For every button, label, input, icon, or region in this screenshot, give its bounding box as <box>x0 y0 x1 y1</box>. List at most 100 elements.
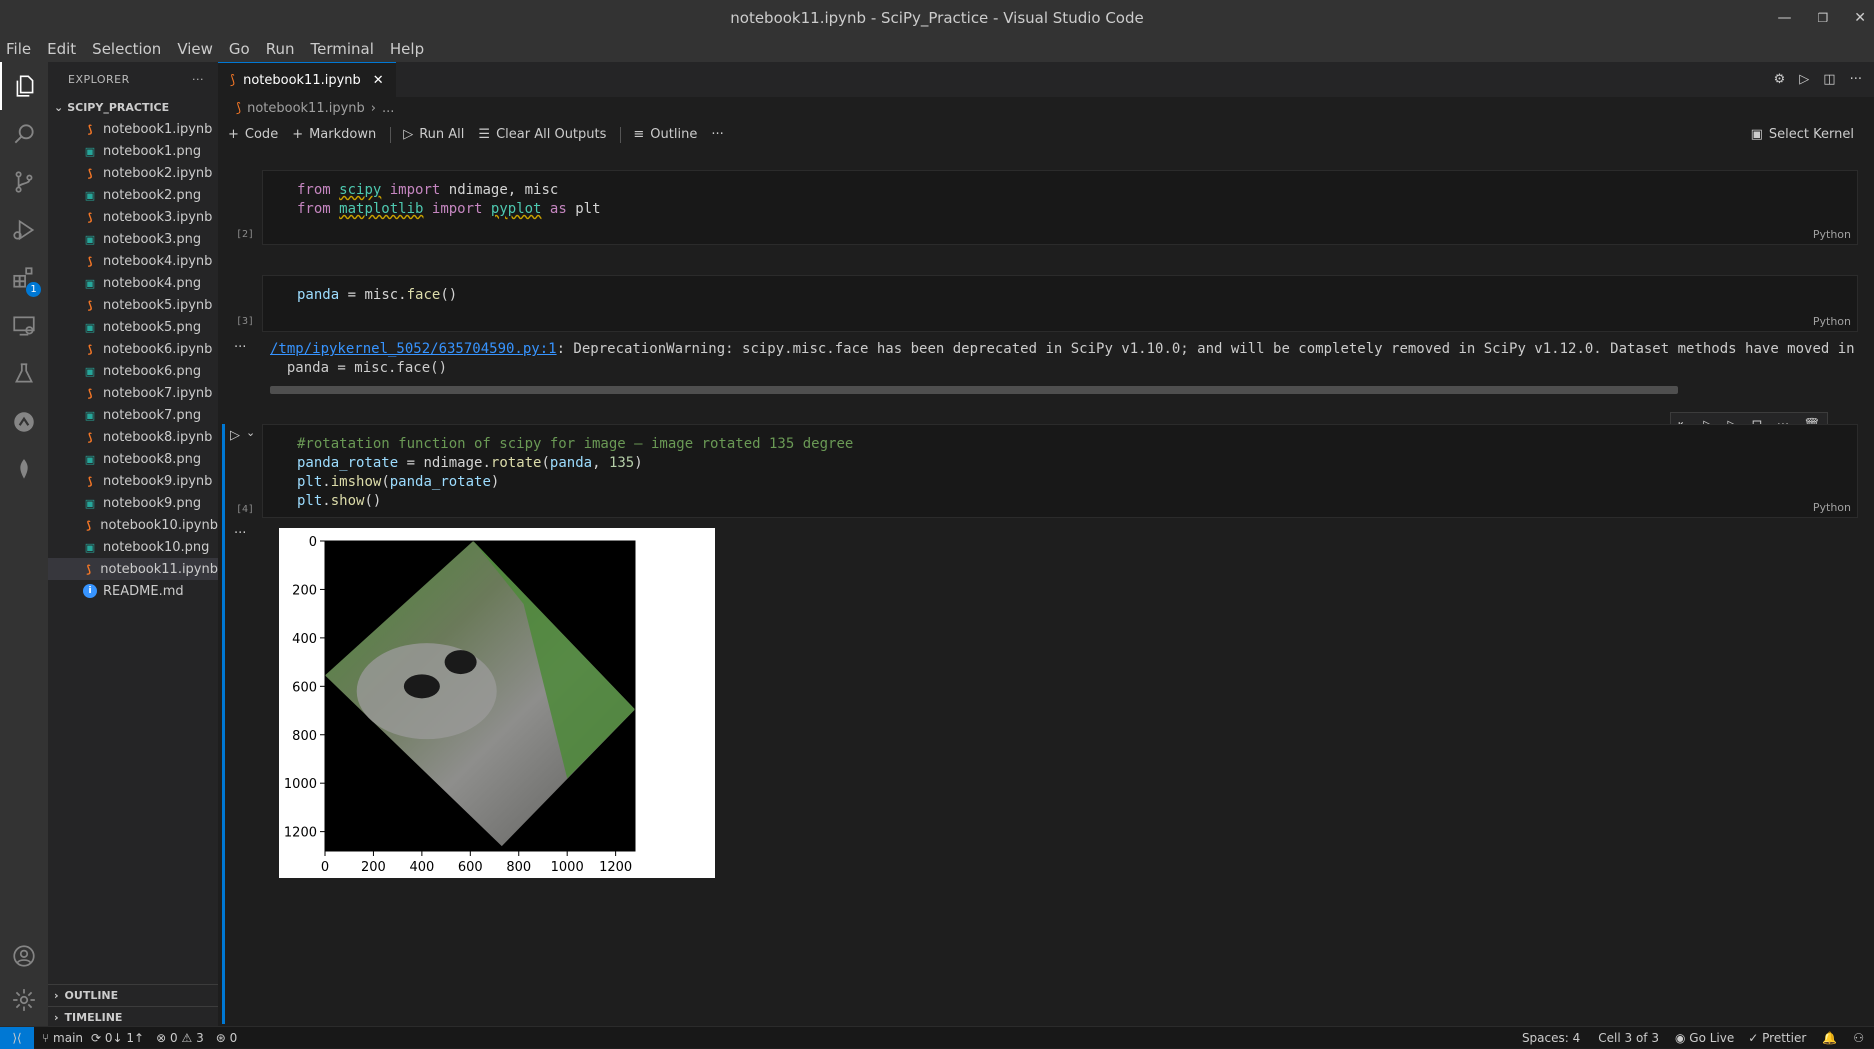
chevron-down-icon[interactable]: ⌄ <box>246 426 255 439</box>
branch-status[interactable]: ⑂ main <box>42 1031 83 1045</box>
plus-icon: + <box>292 127 304 142</box>
outline-button[interactable]: ≡ Outline <box>633 127 697 142</box>
cell-source[interactable]: panda = misc.face() <box>297 286 457 305</box>
file-item[interactable]: ⟆ notebook2.ipynb <box>48 162 218 184</box>
accounts-status-icon[interactable]: ⚇ <box>1853 1031 1864 1045</box>
remote-explorer-icon[interactable] <box>0 302 48 350</box>
extensions-icon[interactable]: 1 <box>0 254 48 302</box>
gitlens-icon[interactable] <box>0 398 48 446</box>
file-item[interactable]: ⟆ notebook6.ipynb <box>48 338 218 360</box>
cell-language[interactable]: Python <box>1813 228 1851 241</box>
run-debug-icon[interactable] <box>0 206 48 254</box>
file-item[interactable]: ⟆ notebook4.ipynb <box>48 250 218 272</box>
minimize-icon[interactable]: — <box>1778 10 1792 26</box>
divider <box>390 126 392 143</box>
output-more-icon[interactable]: ··· <box>234 340 246 355</box>
breadcrumb-file[interactable]: notebook11.ipynb <box>247 101 365 116</box>
run-cell-icon[interactable]: ▷ <box>230 428 240 443</box>
file-item[interactable]: ▣ notebook5.png <box>48 316 218 338</box>
file-item[interactable]: ⟆ notebook5.ipynb <box>48 294 218 316</box>
file-item[interactable]: ▣ notebook10.png <box>48 536 218 558</box>
image-file-icon: ▣ <box>84 188 96 202</box>
cell-language[interactable]: Python <box>1813 501 1851 514</box>
testing-icon[interactable] <box>0 350 48 398</box>
file-label: notebook5.ipynb <box>103 297 213 313</box>
file-item[interactable]: ▣ notebook4.png <box>48 272 218 294</box>
breadcrumb-rest[interactable]: ... <box>382 101 394 116</box>
tab-notebook11[interactable]: ⟆ notebook11.ipynb ✕ <box>218 62 396 97</box>
file-item[interactable]: ▣ notebook7.png <box>48 404 218 426</box>
file-item[interactable]: ⟆ notebook10.ipynb <box>48 514 218 536</box>
traceback-link[interactable]: /tmp/ipykernel_5052/635704590.py:1 <box>270 341 557 357</box>
restore-icon[interactable]: ❐ <box>1818 11 1829 25</box>
menu-file[interactable]: File <box>6 40 31 58</box>
output-scrollbar[interactable] <box>270 386 1678 394</box>
go-live-status[interactable]: ◉ Go Live <box>1675 1031 1734 1045</box>
explorer-icon[interactable] <box>0 62 48 110</box>
mongodb-leaf-icon[interactable] <box>0 446 48 494</box>
file-item[interactable]: ⟆ notebook7.ipynb <box>48 382 218 404</box>
file-label: notebook7.png <box>103 407 202 423</box>
select-kernel-button[interactable]: ▣ Select Kernel <box>1751 119 1854 150</box>
cell-position-status[interactable]: Cell 3 of 3 <box>1598 1031 1659 1045</box>
menu-view[interactable]: View <box>177 40 213 58</box>
ports-status[interactable]: ⊛ 0 <box>216 1031 238 1045</box>
file-item[interactable]: ▣ notebook9.png <box>48 492 218 514</box>
file-item[interactable]: ⟆ notebook9.ipynb <box>48 470 218 492</box>
clear-all-outputs-button[interactable]: ☰ Clear All Outputs <box>478 127 606 142</box>
file-item[interactable]: ▣ notebook2.png <box>48 184 218 206</box>
y-tick-label: 1000 <box>284 777 317 792</box>
file-item[interactable]: ⟆ notebook3.ipynb <box>48 206 218 228</box>
add-markdown-button[interactable]: + Markdown <box>292 127 376 142</box>
notebook-settings-gear-icon[interactable]: ⚙ <box>1774 72 1786 87</box>
close-window-icon[interactable]: ✕ <box>1854 10 1866 26</box>
run-icon[interactable]: ▷ <box>1799 72 1809 87</box>
close-tab-icon[interactable]: ✕ <box>373 73 384 88</box>
file-item[interactable]: ⟆ notebook11.ipynb <box>48 558 218 580</box>
indentation-status[interactable]: Spaces: 4 <box>1522 1031 1580 1045</box>
more-toolbar-icon[interactable]: ··· <box>711 127 723 142</box>
file-item[interactable]: ⟆ notebook8.ipynb <box>48 426 218 448</box>
menu-terminal[interactable]: Terminal <box>311 40 374 58</box>
menu-help[interactable]: Help <box>390 40 424 58</box>
add-code-button[interactable]: + Code <box>228 127 278 142</box>
y-tick-label: 600 <box>292 680 317 695</box>
run-all-button[interactable]: ▷ Run All <box>403 127 464 142</box>
file-item[interactable]: ▣ notebook6.png <box>48 360 218 382</box>
prettier-status[interactable]: ✓ Prettier <box>1748 1031 1806 1045</box>
more-actions-icon[interactable]: ··· <box>1850 72 1862 87</box>
split-editor-icon[interactable]: ◫ <box>1823 72 1835 87</box>
code-cell[interactable]: from scipy import ndimage, misc from mat… <box>262 170 1858 245</box>
jupyter-file-icon: ⟆ <box>87 386 93 400</box>
accounts-icon[interactable] <box>0 932 48 980</box>
file-item[interactable]: ▣ notebook8.png <box>48 448 218 470</box>
more-actions-icon[interactable]: ··· <box>192 73 204 86</box>
cell-language[interactable]: Python <box>1813 315 1851 328</box>
outline-section[interactable]: › OUTLINE <box>48 984 218 1006</box>
file-item[interactable]: ⟆ notebook1.ipynb <box>48 118 218 140</box>
problems-status[interactable]: ⊗ 0 ⚠ 3 <box>156 1031 204 1045</box>
source-control-icon[interactable] <box>0 158 48 206</box>
jupyter-file-icon: ⟆ <box>87 342 93 356</box>
search-icon[interactable] <box>0 110 48 158</box>
file-item[interactable]: ▣ notebook3.png <box>48 228 218 250</box>
chevron-right-icon: › <box>54 1011 59 1024</box>
cell-source[interactable]: from scipy import ndimage, misc from mat… <box>297 181 601 219</box>
notifications-bell-icon[interactable]: 🔔 <box>1822 1031 1837 1045</box>
sync-status[interactable]: ⟳ 0↓ 1↑ <box>91 1031 144 1045</box>
menu-run[interactable]: Run <box>266 40 295 58</box>
code-cell[interactable]: #rotatation function of scipy for image … <box>262 424 1858 518</box>
cell-source[interactable]: #rotatation function of scipy for image … <box>297 435 853 511</box>
code-cell[interactable]: panda = misc.face() Python <box>262 275 1858 332</box>
output-more-icon[interactable]: ··· <box>234 526 246 541</box>
menu-go[interactable]: Go <box>229 40 250 58</box>
manage-gear-icon[interactable] <box>0 976 48 1024</box>
check-double-icon: ✓ <box>1748 1030 1759 1045</box>
file-item[interactable]: ▣ notebook1.png <box>48 140 218 162</box>
menu-edit[interactable]: Edit <box>47 40 76 58</box>
timeline-section[interactable]: › TIMELINE <box>48 1006 218 1028</box>
menu-selection[interactable]: Selection <box>92 40 161 58</box>
file-item[interactable]: i README.md <box>48 580 218 602</box>
folder-scipy-practice[interactable]: ⌄ SCIPY_PRACTICE <box>48 96 218 118</box>
remote-indicator-icon[interactable]: ⟩⟨ <box>0 1026 34 1049</box>
